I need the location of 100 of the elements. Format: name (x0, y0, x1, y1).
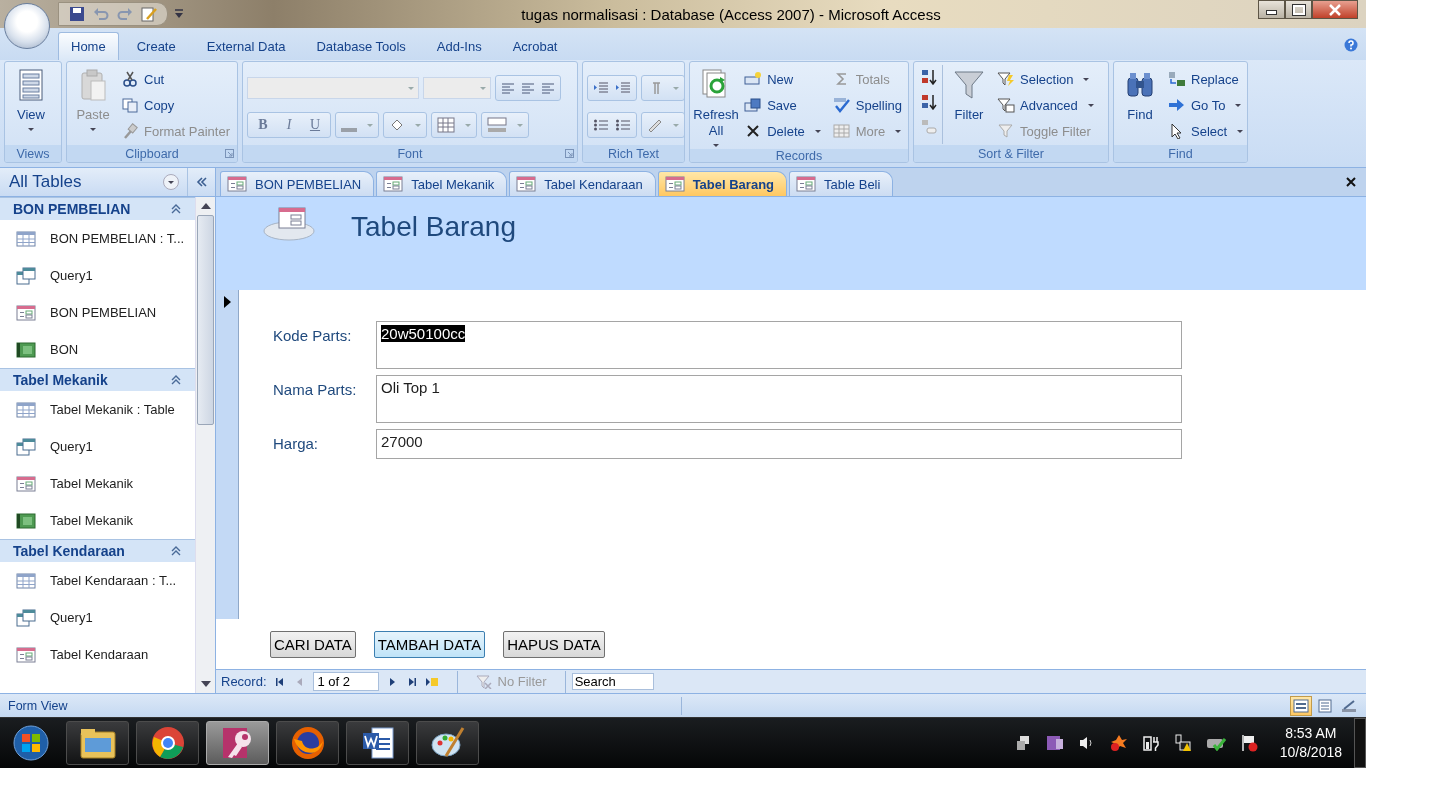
form-view-icon (1293, 698, 1309, 713)
taskbar-button[interactable] (346, 721, 409, 765)
input-field[interactable]: Oli Top 1 (376, 375, 1182, 423)
fill-color-button[interactable] (383, 112, 427, 138)
ribbon-button[interactable]: Cut (119, 66, 232, 92)
field-label: Nama Parts: (273, 380, 358, 400)
form-icon (796, 176, 816, 192)
clock[interactable]: 8:53 AM 10/8/2018 (1279, 724, 1354, 762)
form-button[interactable]: CARI DATA (270, 630, 356, 658)
nav-group-header[interactable]: Tabel Kendaraan (0, 539, 195, 562)
ribbon-button[interactable]: Refresh All (694, 65, 739, 149)
flag-icon (1239, 734, 1258, 752)
format-button[interactable]: U (305, 117, 325, 133)
nav-item[interactable]: Query1 (0, 257, 195, 294)
ribbon-button[interactable]: Copy (119, 92, 232, 118)
caret-icon (814, 129, 821, 133)
minimize-button[interactable] (1258, 0, 1285, 19)
form-icon (16, 475, 36, 492)
format-button[interactable]: I (279, 117, 299, 133)
ribbon-button[interactable]: Advanced (995, 92, 1096, 118)
status-text: Form View (7, 698, 69, 713)
ribbon-button[interactable]: Replace (1166, 66, 1246, 92)
ribbon-tab[interactable]: Home (58, 32, 119, 60)
first-icon (274, 676, 285, 687)
document-tab[interactable]: Table Beli (789, 171, 894, 196)
form-button[interactable]: TAMBAH DATA (373, 630, 486, 658)
document-tab[interactable]: Tabel Mekanik (376, 171, 508, 196)
restore-button[interactable] (1285, 0, 1312, 19)
ribbon-button[interactable]: Go To (1166, 92, 1246, 118)
record-label: Record: (221, 674, 267, 689)
ribbon-button[interactable]: View (9, 65, 53, 133)
edit-icon (141, 6, 157, 22)
dropdown-button[interactable] (163, 174, 179, 190)
nav-item[interactable]: Tabel Mekanik : Table (0, 391, 195, 428)
alert-icon (1109, 734, 1128, 752)
form-icon (664, 176, 685, 192)
nav-item[interactable]: Query1 (0, 599, 195, 636)
close-button[interactable] (1312, 0, 1358, 19)
list-buttons[interactable] (587, 112, 637, 138)
ribbon-button[interactable]: Filter (947, 65, 991, 125)
ribbon-tab[interactable]: Add-Ins (423, 32, 495, 60)
nav-item[interactable]: Tabel Mekanik (0, 465, 195, 502)
list-icon (593, 118, 609, 132)
taskbar-button[interactable] (276, 721, 339, 765)
search-field[interactable]: Search (571, 673, 654, 690)
nav-item[interactable]: Tabel Kendaraan : T... (0, 562, 195, 599)
alternate-fill-button[interactable] (481, 112, 529, 138)
sort-descending-icon (920, 93, 938, 111)
indent-buttons[interactable] (587, 75, 637, 101)
form-title: Tabel Barang (351, 211, 516, 243)
pen-icon (647, 118, 663, 132)
input-field[interactable]: 27000 (376, 429, 1182, 459)
format-button[interactable]: B (253, 117, 273, 133)
table-icon (16, 572, 36, 589)
indent-icon (593, 81, 609, 95)
ribbon-button[interactable]: Save (742, 92, 823, 118)
nav-item[interactable]: BON (0, 331, 195, 368)
table-icon (16, 401, 36, 418)
font-color-button[interactable] (335, 112, 379, 138)
alignment-buttons[interactable] (495, 75, 561, 101)
document-tab[interactable]: Tabel Barang (657, 171, 787, 196)
nav-item[interactable]: BON PEMBELIAN : T... (0, 220, 195, 257)
ribbon-button[interactable]: Selection (995, 66, 1096, 92)
form-icon (383, 176, 404, 192)
ribbon-tab[interactable]: Database Tools (303, 32, 419, 60)
nav-item[interactable]: BON PEMBELIAN (0, 294, 195, 331)
show-desktop-button[interactable] (1354, 718, 1366, 768)
nav-item[interactable]: Tabel Mekanik (0, 502, 195, 539)
input-field[interactable]: 20w50100cc (376, 321, 1182, 369)
ribbon-tab[interactable]: Acrobat (499, 32, 571, 60)
ribbon-tab[interactable]: External Data (193, 32, 299, 60)
nav-group-header[interactable]: BON PEMBELIAN (0, 197, 195, 220)
highlight-button[interactable] (641, 112, 684, 138)
nav-item[interactable]: Query1 (0, 428, 195, 465)
view-button[interactable] (1290, 695, 1312, 716)
scrollbar[interactable] (195, 197, 215, 693)
document-tab[interactable]: BON PEMBELIAN (220, 171, 375, 196)
report-icon (16, 512, 36, 529)
gridlines-button[interactable] (431, 112, 477, 138)
record-position-field[interactable]: 1 of 2 (312, 672, 379, 691)
ribbon-button[interactable]: Delete (742, 118, 823, 144)
query-icon (16, 266, 36, 285)
new-record-icon (424, 676, 439, 687)
ribbon-button[interactable]: Spelling (830, 92, 904, 118)
office-button[interactable] (4, 3, 50, 49)
form-button[interactable]: HAPUS DATA (503, 630, 605, 658)
nav-item[interactable]: Tabel Kendaraan (0, 636, 195, 673)
ribbon-button[interactable]: New (742, 66, 823, 92)
ribbon-tab[interactable]: Create (123, 32, 189, 60)
align-icon (501, 82, 515, 94)
caret-icon (28, 128, 34, 131)
ribbon-button[interactable]: Select (1166, 118, 1246, 144)
document-tab[interactable]: Tabel Kendaraan (509, 171, 656, 196)
taskbar-button[interactable] (416, 721, 479, 765)
query-icon (16, 437, 36, 456)
taskbar-button[interactable] (136, 721, 199, 765)
ribbon-button[interactable]: Find (1118, 65, 1162, 125)
caret-icon (90, 128, 96, 131)
nav-group-header[interactable]: Tabel Mekanik (0, 368, 195, 391)
taskbar-button[interactable] (66, 721, 129, 765)
